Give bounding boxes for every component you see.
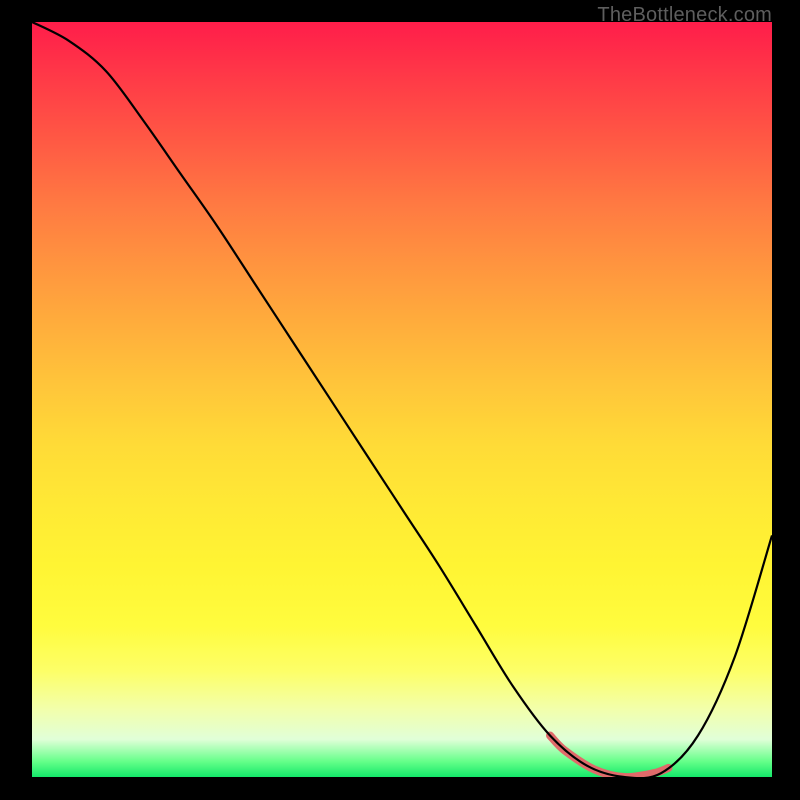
curve-svg — [32, 22, 772, 777]
curve-line — [32, 22, 772, 777]
chart-container: TheBottleneck.com — [0, 0, 800, 800]
plot-area — [32, 22, 772, 777]
watermark-text: TheBottleneck.com — [597, 4, 772, 27]
curve-highlight — [550, 736, 668, 778]
